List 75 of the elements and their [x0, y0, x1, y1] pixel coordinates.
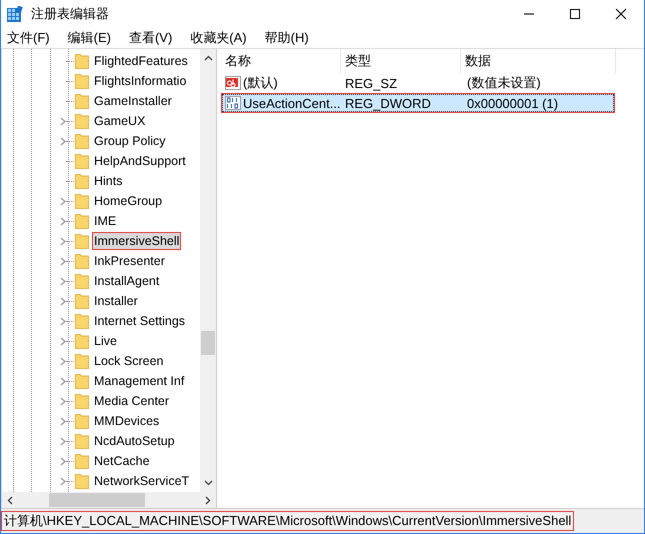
scrollbar-thumb[interactable]: [201, 331, 215, 355]
tree-item[interactable]: HelpAndSupport: [92, 152, 188, 170]
tree-item[interactable]: Group Policy: [92, 132, 168, 150]
menu-item[interactable]: 收藏夹(A): [190, 29, 247, 47]
scroll-down-icon[interactable]: [204, 480, 212, 486]
menu-item[interactable]: 帮助(H): [264, 29, 309, 47]
tree-item[interactable]: Management Inf: [92, 372, 186, 390]
tree-item[interactable]: Hints: [92, 172, 124, 190]
folder-icon: [75, 153, 89, 169]
tree-item[interactable]: InkPresenter: [92, 252, 167, 270]
folder-icon: [75, 453, 89, 469]
tree-item[interactable]: HomeGroup: [92, 192, 164, 210]
registry-icon: [7, 6, 23, 22]
window-title: 注册表编辑器: [31, 5, 109, 23]
scroll-right-icon[interactable]: [205, 496, 211, 504]
vertical-scrollbar[interactable]: [200, 49, 216, 492]
tree-item[interactable]: NcdAutoSetup: [92, 432, 177, 450]
folder-icon: [75, 113, 89, 129]
tree-item[interactable]: MMDevices: [92, 412, 162, 430]
tree-item[interactable]: NetCache: [92, 452, 152, 470]
tree-item[interactable]: Live: [92, 332, 119, 350]
tree-item[interactable]: FlightsInformatio: [92, 72, 188, 90]
column-header[interactable]: 数据: [461, 49, 616, 73]
scrollbar-thumb[interactable]: [49, 493, 145, 507]
tree-item[interactable]: GameUX: [92, 112, 148, 130]
tree-item[interactable]: ImmersiveShell: [92, 232, 182, 250]
folder-icon: [75, 173, 89, 189]
maximize-icon: [569, 8, 581, 20]
value-name: (默认): [243, 74, 278, 92]
folder-icon: [75, 73, 89, 89]
column-header[interactable]: 类型: [341, 49, 461, 73]
folder-icon: [75, 413, 89, 429]
menu-item[interactable]: 文件(F): [7, 29, 50, 47]
menu-item[interactable]: 编辑(E): [68, 29, 111, 47]
folder-icon: [75, 213, 89, 229]
value-row[interactable]: (默认) REG_SZ (数值未设置): [221, 73, 615, 93]
folder-icon: [75, 473, 89, 489]
value-data: 0x00000001 (1): [466, 96, 558, 110]
tree-item[interactable]: GameInstaller: [92, 92, 174, 110]
folder-icon: [75, 433, 89, 449]
tree-item[interactable]: Installer: [92, 292, 140, 310]
column-header[interactable]: 名称: [221, 49, 341, 73]
folder-icon: [75, 313, 89, 329]
close-icon: [615, 8, 627, 20]
value-data: (数值未设置): [466, 74, 541, 92]
folder-icon: [75, 293, 89, 309]
menu-item[interactable]: 查看(V): [128, 29, 172, 47]
horizontal-scrollbar[interactable]: [2, 492, 216, 508]
folder-icon: [75, 233, 89, 249]
string-value-icon: [225, 76, 241, 90]
tree-item[interactable]: NetworkServiceT: [92, 472, 192, 490]
value-row[interactable]: UseActionCent... REG_DWORD 0x00000001 (1): [221, 93, 615, 113]
value-type: REG_SZ: [344, 76, 398, 90]
folder-icon: [75, 393, 89, 409]
value-name: UseActionCent...: [243, 96, 341, 110]
tree-item[interactable]: Lock Screen: [92, 352, 166, 370]
folder-icon: [75, 273, 89, 289]
folder-icon: [75, 353, 89, 369]
folder-icon: [75, 333, 89, 349]
folder-icon: [75, 53, 89, 69]
folder-icon: [75, 373, 89, 389]
folder-icon: [75, 93, 89, 109]
tree-item[interactable]: Media Center: [92, 392, 172, 410]
tree-item[interactable]: IME: [92, 212, 118, 230]
folder-icon: [75, 253, 89, 269]
scroll-left-icon[interactable]: [7, 496, 13, 504]
tree-item[interactable]: InstallAgent: [92, 272, 162, 290]
value-type: REG_DWORD: [344, 96, 432, 110]
folder-icon: [75, 193, 89, 209]
status-path: 计算机\HKEY_LOCAL_MACHINE\SOFTWARE\Microsoft\Windows\CurrentVersion\ImmersiveShell: [1, 511, 574, 531]
tree-item[interactable]: Internet Settings: [92, 312, 188, 330]
scroll-up-icon[interactable]: [204, 55, 212, 61]
binary-value-icon: [225, 96, 241, 110]
tree-item[interactable]: FlightedFeatures: [92, 52, 190, 70]
folder-icon: [75, 133, 89, 149]
